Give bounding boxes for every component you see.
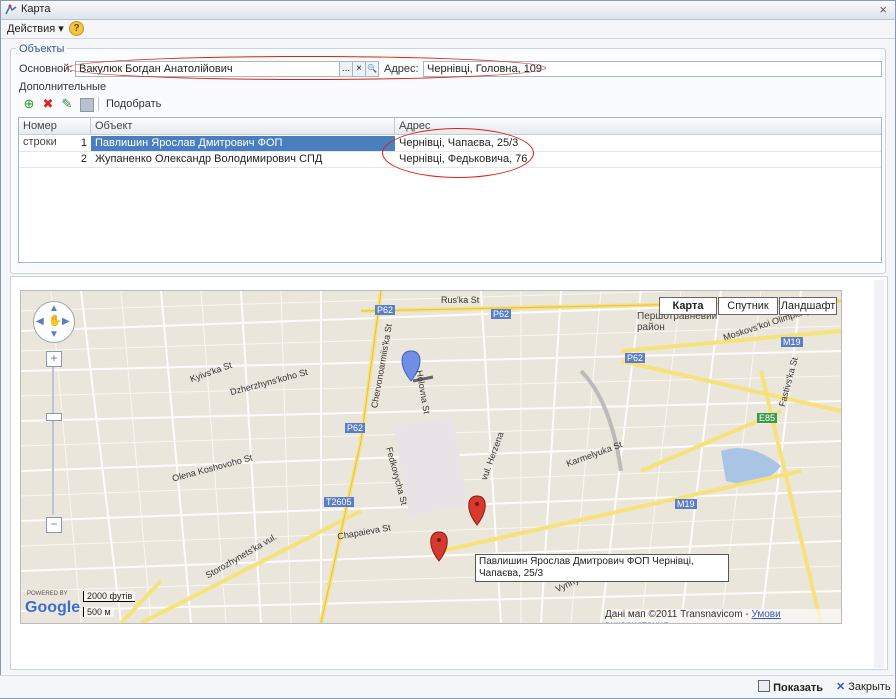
pan-control[interactable]: ▲ ▼ ◀ ▶ ✋ [33,301,75,343]
help-icon[interactable]: ? [69,21,84,36]
pan-left-icon[interactable]: ◀ [36,316,44,327]
close-button[interactable]: ✕ Закрыть [836,680,891,693]
scale-feet: 2000 футів [83,591,136,602]
toolbar-divider [98,97,99,111]
close-button-label: Закрыть [848,681,891,693]
map-type-map[interactable]: Карта [659,297,717,315]
pan-down-icon[interactable]: ▼ [49,329,59,340]
footer-bar: Показать ✕ Закрыть [0,675,894,698]
chevron-down-icon: ▾ [58,23,64,35]
close-icon[interactable]: × [879,2,887,17]
scale-meters: 500 м [83,607,114,617]
menu-bar: Действия ▾ ? [1,20,895,39]
actions-menu[interactable]: Действия ▾ [7,22,64,35]
main-label: Основной: [19,63,73,75]
show-button[interactable]: Показать [758,680,823,694]
row-number: 1 [80,137,87,149]
map-scrollbar[interactable] [874,280,884,668]
objects-group-title: Объекты [16,43,68,55]
title-bar: Карта × [1,1,895,20]
row-object[interactable]: Павлишин Ярослав Дмитрович ФОП [91,136,395,151]
route-label: P62 [491,309,512,319]
route-label: P62 [345,423,366,433]
google-logo[interactable]: Google [25,599,80,617]
edit-icon[interactable]: ✎ [60,97,74,111]
highlight-ellipse [66,56,546,80]
copyright-text: Дані мап ©2011 Transnavicom [605,609,743,620]
powered-by-label: POWERED BY [27,591,68,597]
close-icon: ✕ [836,681,846,693]
header-object[interactable]: Объект [91,118,395,134]
zoom-handle[interactable] [46,413,62,421]
header-row-number[interactable]: Номер строки [19,118,91,148]
route-label: P62 [625,353,646,363]
marker-red[interactable] [468,495,486,526]
extra-label: Дополнительные [19,81,107,93]
show-button-label: Показать [773,682,824,694]
marker-tooltip: Павлишин Ярослав Дмитрович ФОП Чернівці,… [475,554,729,582]
zoom-out-icon[interactable]: − [46,517,62,533]
street-label: Rus'ka St [441,295,480,305]
pan-right-icon[interactable]: ▶ [62,316,70,327]
window-title: Карта [21,3,51,15]
row-number: 2 [80,153,87,165]
route-label: M19 [781,337,803,347]
map-app-icon [5,4,17,15]
pan-up-icon[interactable]: ▲ [49,303,59,314]
map-type-terrain[interactable]: Ландшафт [779,297,837,315]
disabled-icon [80,98,94,112]
highlight-ellipse [382,128,534,178]
row-object[interactable]: Жупаненко Олександр Володимирович СПД [91,152,395,167]
map-type-satellite[interactable]: Спутник [718,297,778,315]
zoom-in-icon[interactable]: + [46,351,62,367]
add-icon[interactable]: ⊕ [22,97,36,111]
route-label: T2605 [324,497,354,507]
map-copyright: Дані мап ©2011 Transnavicom - Умови вико… [605,609,841,623]
hand-icon: ✋ [48,315,62,327]
delete-icon[interactable]: ✖ [41,97,55,111]
route-label: E85 [757,413,778,423]
route-label: M19 [675,499,697,509]
actions-menu-label: Действия [7,23,56,35]
pick-button[interactable]: Подобрать [106,98,161,110]
zoom-track[interactable] [52,367,54,515]
map-icon [758,680,770,692]
route-label: P62 [375,305,396,315]
